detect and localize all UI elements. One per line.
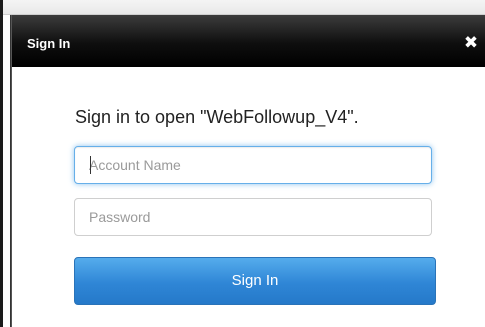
text-caret	[90, 156, 91, 174]
account-name-input[interactable]	[74, 146, 432, 184]
dialog-title: Sign In	[27, 36, 71, 51]
window-edge-left	[0, 0, 3, 327]
password-input[interactable]	[74, 198, 432, 236]
dialog-titlebar: Sign In ✖	[12, 15, 485, 67]
close-icon[interactable]: ✖	[460, 32, 482, 54]
sign-in-dialog: Sign In ✖ Sign in to open "WebFollowup_V…	[11, 15, 485, 327]
sign-in-button[interactable]: Sign In	[74, 257, 436, 305]
sign-in-message: Sign in to open "WebFollowup_V4".	[75, 107, 359, 127]
window-edge-top	[0, 0, 485, 15]
dialog-body: Sign in to open "WebFollowup_V4". Sign I…	[12, 67, 485, 327]
